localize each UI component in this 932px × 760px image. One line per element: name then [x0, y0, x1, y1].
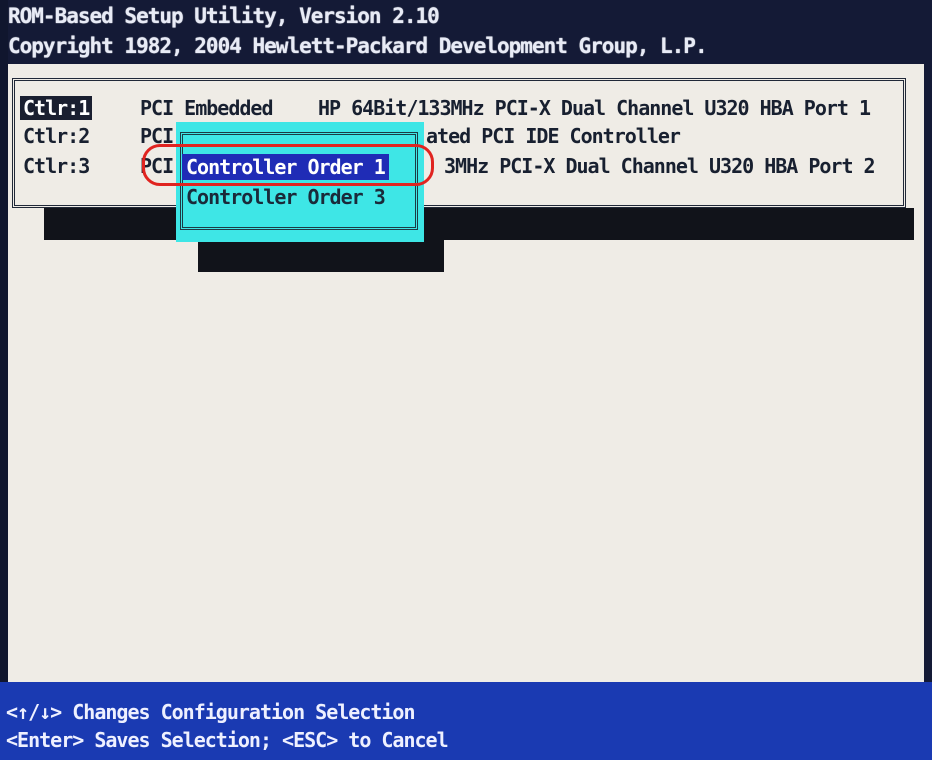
- annotation-highlight-ring: [142, 144, 434, 186]
- help-save-cancel-hint: <Enter> Saves Selection; <ESC> to Cancel: [6, 728, 449, 752]
- controller-bus: PCI Embedded: [140, 96, 273, 120]
- controller-id: Ctlr:3: [23, 154, 90, 178]
- controller-order-3-option[interactable]: Controller Order 3: [182, 184, 389, 210]
- screen-left-edge: [0, 0, 8, 760]
- help-navigation-hint: <↑/↓> Changes Configuration Selection: [6, 700, 416, 724]
- controller-description: 3MHz PCI-X Dual Channel U320 HBA Port 2: [444, 154, 876, 178]
- controller-id: Ctlr:1: [20, 96, 93, 120]
- controller-description: ated PCI IDE Controller: [426, 124, 681, 148]
- copyright-line: Copyright 1982, 2004 Hewlett-Packard Dev…: [8, 34, 708, 58]
- controller-description: HP 64Bit/133MHz PCI-X Dual Channel U320 …: [318, 96, 871, 120]
- controller-id: Ctlr:2: [23, 124, 90, 148]
- utility-title: ROM-Based Setup Utility, Version 2.10: [8, 4, 440, 28]
- panel-shadow: [44, 208, 914, 240]
